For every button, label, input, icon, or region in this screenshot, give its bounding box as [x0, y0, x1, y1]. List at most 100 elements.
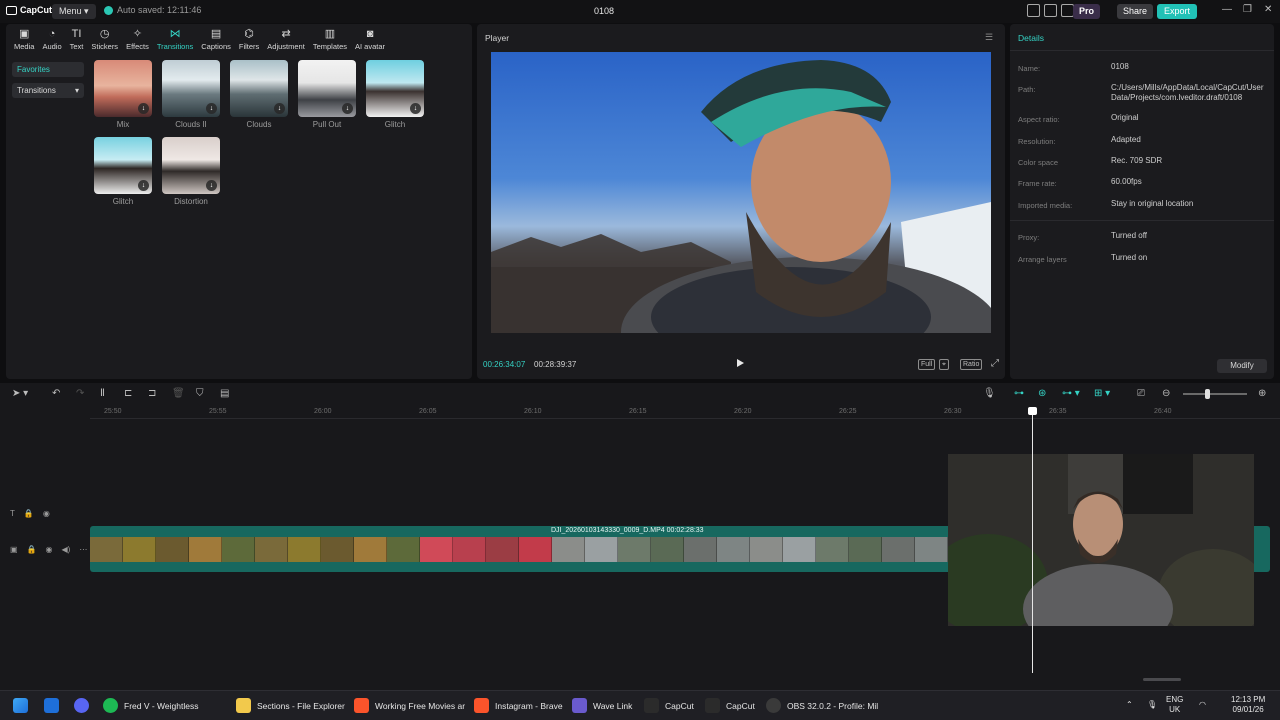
tab-media[interactable]: ▣ Media	[10, 28, 38, 52]
maximize-icon[interactable]: ❐	[1243, 4, 1252, 15]
preview-axis-icon[interactable]: ⊶ ▾	[1062, 388, 1080, 399]
wifi-icon[interactable]: ◠	[1199, 700, 1206, 710]
split-icon[interactable]: Ⅱ	[100, 388, 105, 399]
detail-value: Rec. 709 SDR	[1111, 156, 1163, 165]
tray-mic-icon[interactable]: 🎙	[1147, 700, 1157, 710]
start-button[interactable]	[13, 698, 28, 713]
transition-tile[interactable]: ↓ Clouds	[230, 60, 288, 129]
taskbar-wave-link[interactable]: Wave Link	[572, 698, 632, 713]
download-icon[interactable]: ↓	[138, 103, 149, 114]
taskbar-discord[interactable]	[74, 698, 89, 713]
time-ruler[interactable]: 25:50 25:55 26:00 26:05 26:10 26:15 26:20 26:25…	[90, 405, 1280, 419]
pro-button[interactable]: Pro	[1073, 4, 1101, 19]
zoom-slider-handle[interactable]	[1205, 389, 1210, 399]
zoom-out-icon[interactable]: ⊖	[1162, 388, 1170, 399]
share-button[interactable]: Share	[1117, 4, 1154, 19]
detail-label: Name:	[1018, 64, 1041, 73]
transition-label: Glitch	[112, 197, 134, 206]
transition-tile[interactable]: ↓ Glitch	[94, 137, 152, 206]
eye-icon[interactable]: ◉	[46, 545, 53, 554]
player-menu-icon[interactable]: ☰	[985, 32, 993, 43]
minimize-icon[interactable]: —	[1222, 4, 1232, 15]
trim-right-icon[interactable]: ⊐	[148, 388, 156, 399]
clock[interactable]: 12:13 PM 09/01/26	[1231, 695, 1265, 715]
sidebar-item-favorites[interactable]: Favorites	[12, 62, 84, 77]
tab-effects[interactable]: ✧ Effects	[122, 28, 153, 52]
download-icon[interactable]: ↓	[206, 103, 217, 114]
tab-transitions[interactable]: ⋈ Transitions	[153, 28, 197, 52]
link-icon[interactable]: ⊶	[1014, 388, 1024, 399]
taskbar-brave[interactable]: Instagram - Brave	[474, 698, 563, 713]
export-button[interactable]: Export	[1157, 4, 1198, 19]
taskbar-capcut[interactable]: CapCut	[644, 698, 694, 713]
taskbar-spotify[interactable]: Fred V - Weightless	[103, 698, 198, 713]
download-icon[interactable]: ↓	[342, 103, 353, 114]
download-icon[interactable]: ↓	[410, 103, 421, 114]
more-icon[interactable]: ⋯	[79, 545, 87, 554]
magnet-icon[interactable]: ⊛	[1038, 388, 1046, 399]
tab-ai-avatar[interactable]: ◙ AI avatar	[351, 28, 389, 52]
download-icon[interactable]: ↓	[274, 103, 285, 114]
media-icon: ▣	[19, 28, 30, 40]
modify-button[interactable]: Modify	[1217, 359, 1267, 373]
audio-icon[interactable]: ◀)	[62, 545, 71, 554]
layout-icon[interactable]	[1027, 4, 1040, 17]
transition-tile[interactable]: ↓ Distortion	[162, 137, 220, 206]
tab-captions[interactable]: ▤ Captions	[197, 28, 235, 52]
transition-tile[interactable]: ↓ Clouds II	[162, 60, 220, 129]
clip-frame	[321, 537, 354, 562]
taskbar-file-explorer[interactable]: Sections - File Explorer	[236, 698, 345, 713]
clip-frame	[651, 537, 684, 562]
taskbar-outlook[interactable]	[44, 698, 59, 713]
video-preview[interactable]	[491, 52, 991, 333]
fit-timeline-icon[interactable]: ⎚	[1137, 388, 1145, 399]
timeline-scrollbar[interactable]	[1143, 678, 1181, 681]
tab-text[interactable]: TI Text	[66, 28, 88, 52]
sidebar-item-transitions[interactable]: Transitions ▾	[12, 83, 84, 98]
marker-icon[interactable]: ⛉	[196, 388, 204, 399]
taskbar-obs[interactable]: OBS 32.0.2 - Profile: Mil	[766, 698, 878, 713]
transition-tile[interactable]: ↓ Mix	[94, 60, 152, 129]
tray-chevron-icon[interactable]: ⌃	[1126, 700, 1133, 710]
shortcuts-icon[interactable]	[1044, 4, 1057, 17]
microphone-icon[interactable]: 🎙	[983, 388, 996, 399]
taskbar-label: OBS 32.0.2 - Profile: Mil	[787, 700, 879, 711]
redo-icon[interactable]: ↷	[76, 388, 84, 399]
transition-tile[interactable]: ↓ Pull Out	[298, 60, 356, 129]
full-button[interactable]: Full	[918, 359, 936, 370]
language-indicator[interactable]: ENG UK	[1166, 695, 1183, 715]
close-icon[interactable]: ✕	[1264, 4, 1272, 15]
transition-tile[interactable]: ↓ Glitch	[366, 60, 424, 129]
text-track-controls: T 🔒 ◉	[10, 509, 50, 518]
delete-icon[interactable]: 🗑	[172, 388, 185, 399]
discord-icon	[74, 698, 89, 713]
tab-filters[interactable]: ⌬ Filters	[235, 28, 263, 52]
snap-icon[interactable]: ⊞ ▾	[1094, 388, 1110, 399]
tab-stickers[interactable]: ◷ Stickers	[87, 28, 122, 52]
transitions-sidebar: Favorites Transitions ▾	[12, 62, 84, 104]
player-controls: 00:26:34:07 00:28:39:37 Full ⌖ Ratio ⤢	[477, 355, 1005, 375]
fullscreen-icon[interactable]: ⤢	[989, 359, 1001, 369]
playhead-handle[interactable]	[1028, 407, 1037, 415]
trim-left-icon[interactable]: ⊏	[124, 388, 132, 399]
undo-icon[interactable]: ↶	[52, 388, 60, 399]
zoom-in-icon[interactable]: ⊕	[1258, 388, 1266, 399]
lock-icon[interactable]: 🔒	[27, 545, 37, 554]
taskbar-capcut[interactable]: CapCut	[705, 698, 755, 713]
tab-templates[interactable]: ▥ Templates	[309, 28, 351, 52]
zoom-slider[interactable]	[1183, 393, 1247, 395]
eye-icon[interactable]: ◉	[43, 509, 50, 518]
select-tool-icon[interactable]: ➤ ▾	[12, 388, 28, 399]
thumbnail-icon[interactable]: ▤	[220, 388, 229, 399]
tab-audio[interactable]: ◔ Audio	[38, 28, 65, 52]
webcam-overlay	[948, 454, 1254, 626]
download-icon[interactable]: ↓	[206, 180, 217, 191]
ratio-button[interactable]: Ratio	[960, 359, 983, 370]
crop-icon[interactable]: ⌖	[939, 359, 949, 370]
tab-adjustment[interactable]: ⇄ Adjustment	[263, 28, 309, 52]
playhead[interactable]	[1032, 407, 1033, 673]
taskbar-brave[interactable]: Working Free Movies ar	[354, 698, 465, 713]
play-icon[interactable]	[737, 359, 744, 367]
lock-icon[interactable]: 🔒	[24, 509, 34, 518]
download-icon[interactable]: ↓	[138, 180, 149, 191]
